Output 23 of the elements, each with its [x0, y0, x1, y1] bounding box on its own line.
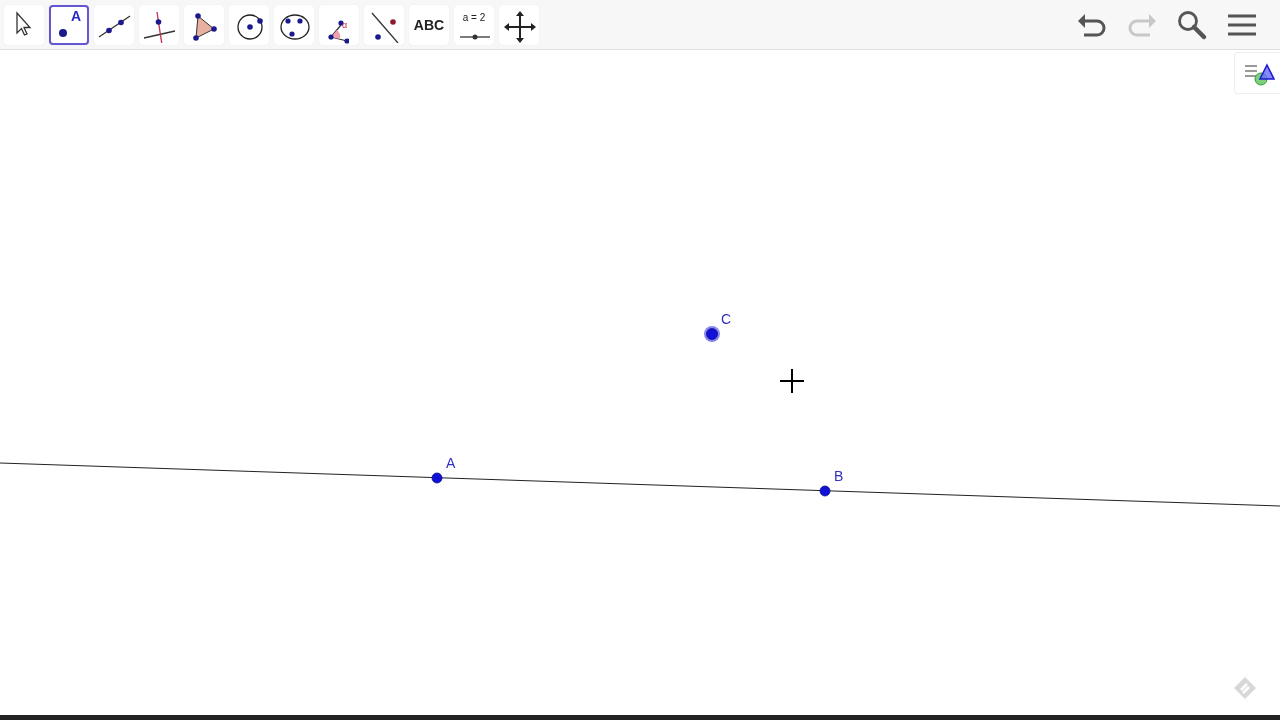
perpendicular-tool-button[interactable] — [139, 4, 179, 45]
move-tool-button[interactable] — [4, 4, 44, 45]
point-label: C — [721, 311, 732, 327]
crosshair-cursor-icon — [779, 368, 805, 394]
slider-tool-button[interactable]: a = 2 — [454, 4, 494, 45]
text-tool-button[interactable]: ABC — [409, 4, 449, 45]
point-label: A — [446, 455, 456, 471]
reflect-tool-button[interactable] — [364, 4, 404, 45]
slider-tool-icon — [459, 32, 491, 40]
angle-tool-button[interactable]: α — [319, 4, 359, 45]
point[interactable] — [431, 472, 443, 484]
point-label: B — [834, 468, 844, 484]
style-bar-toggle[interactable] — [1234, 52, 1280, 94]
point-tool-button[interactable]: A — [49, 4, 89, 45]
conic-tool-button[interactable] — [274, 4, 314, 45]
point[interactable] — [704, 326, 720, 342]
circle-tool-button[interactable] — [229, 4, 269, 45]
point-tool-icon — [58, 27, 68, 38]
point[interactable] — [819, 485, 831, 497]
polygon-tool-button[interactable] — [184, 4, 224, 45]
line-tool-button[interactable] — [94, 4, 134, 45]
pan-tool-button[interactable] — [499, 4, 539, 45]
angle-tool-icon — [327, 18, 349, 44]
